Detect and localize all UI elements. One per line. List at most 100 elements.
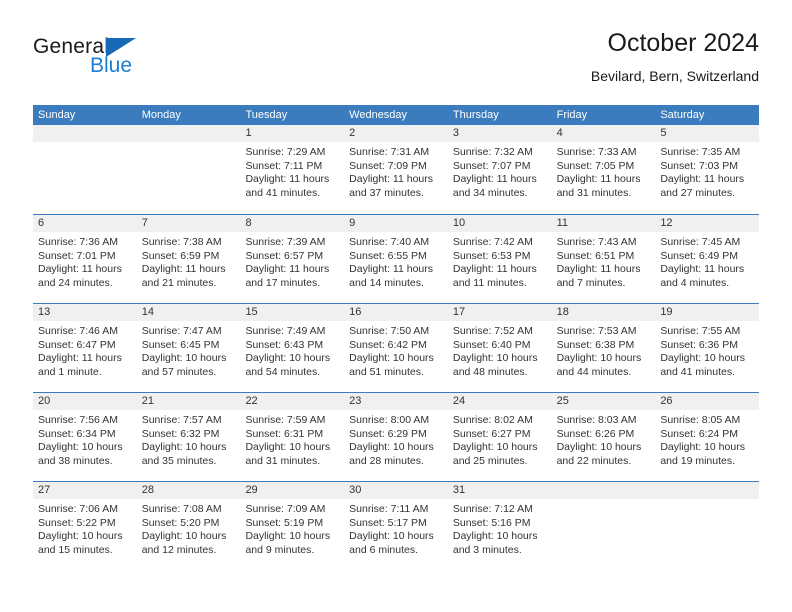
sunrise-text: Sunrise: 7:59 AM xyxy=(245,414,326,426)
day-cell[interactable]: 27 Sunrise: 7:06 AM Sunset: 5:22 PM Dayligh… xyxy=(33,482,137,570)
daylight-text-line1: Daylight: 10 hours xyxy=(349,530,434,543)
day-cell[interactable]: 3 Sunrise: 7:32 AM Sunset: 7:07 PM Daylight… xyxy=(447,125,552,214)
day-cell[interactable]: 28 Sunrise: 7:08 AM Sunset: 5:20 PM Dayligh… xyxy=(136,482,241,570)
day-number: 1 xyxy=(240,125,345,142)
daylight-text-line1: Daylight: 10 hours xyxy=(141,352,227,365)
day-cell[interactable]: 22 Sunrise: 7:59 AM Sunset: 6:31 PM Dayligh… xyxy=(240,393,345,481)
day-cell[interactable]: 10 Sunrise: 7:42 AM Sunset: 6:53 PM Dayligh… xyxy=(447,215,552,303)
day-cell[interactable]: 6 Sunrise: 7:36 AM Sunset: 7:01 PM Daylight… xyxy=(33,215,137,303)
day-number: 12 xyxy=(655,215,760,232)
day-cell[interactable]: 26 Sunrise: 8:05 AM Sunset: 6:24 PM Dayligh… xyxy=(655,393,760,481)
day-cell[interactable]: 19 Sunrise: 7:55 AM Sunset: 6:36 PM Dayligh… xyxy=(655,304,760,392)
daylight-text-line2: and 19 minutes. xyxy=(660,454,736,467)
day-cell[interactable]: 7 Sunrise: 7:38 AM Sunset: 6:59 PM Daylight… xyxy=(136,215,241,303)
sunrise-text: Sunrise: 7:55 AM xyxy=(660,325,741,337)
day-cell[interactable]: 20 Sunrise: 7:56 AM Sunset: 6:34 PM Dayligh… xyxy=(33,393,137,481)
day-cell[interactable]: 31 Sunrise: 7:12 AM Sunset: 5:16 PM Dayligh… xyxy=(447,482,552,570)
sunset-text: Sunset: 7:01 PM xyxy=(38,249,116,262)
daylight-text-line2: and 7 minutes. xyxy=(556,276,626,289)
sunrise-text: Sunrise: 7:57 AM xyxy=(141,414,222,426)
day-cell[interactable]: 21 Sunrise: 7:57 AM Sunset: 6:32 PM Dayligh… xyxy=(136,393,241,481)
sunrise-text: Sunrise: 7:40 AM xyxy=(349,236,430,248)
day-details: Sunrise: 7:35 AM Sunset: 7:03 PM Daylight:… xyxy=(655,142,759,200)
day-cell-empty xyxy=(655,482,760,570)
day-cell[interactable]: 24 Sunrise: 8:02 AM Sunset: 6:27 PM Dayligh… xyxy=(447,393,552,481)
day-number: 17 xyxy=(447,304,552,321)
daylight-text-line2: and 51 minutes. xyxy=(349,365,424,378)
daylight-text-line1: Daylight: 11 hours xyxy=(660,263,745,276)
sunrise-text: Sunrise: 7:31 AM xyxy=(349,146,430,158)
daylight-text-line2: and 11 minutes. xyxy=(452,276,527,289)
day-cell[interactable]: 4 Sunrise: 7:33 AM Sunset: 7:05 PM Daylight… xyxy=(551,125,656,214)
day-cell[interactable]: 5 Sunrise: 7:35 AM Sunset: 7:03 PM Daylight… xyxy=(655,125,760,214)
daylight-text-line2: and 31 minutes. xyxy=(245,454,321,467)
brand-logo[interactable]: General Blue xyxy=(33,36,173,92)
day-cell[interactable]: 13 Sunrise: 7:46 AM Sunset: 6:47 PM Dayligh… xyxy=(33,304,137,392)
day-details: Sunrise: 7:42 AM Sunset: 6:53 PM Daylight:… xyxy=(448,232,552,290)
daylight-text-line2: and 15 minutes. xyxy=(38,543,113,556)
sunset-text: Sunset: 5:17 PM xyxy=(349,516,427,529)
day-details: Sunrise: 7:43 AM Sunset: 6:51 PM Daylight:… xyxy=(552,232,656,290)
day-details: Sunrise: 8:00 AM Sunset: 6:29 PM Daylight:… xyxy=(344,410,448,468)
day-number: 2 xyxy=(344,125,448,142)
day-cell-empty xyxy=(136,125,241,214)
day-number: 9 xyxy=(344,215,448,232)
sunset-text: Sunset: 6:57 PM xyxy=(245,249,324,262)
daylight-text-line1: Daylight: 10 hours xyxy=(245,530,331,543)
day-cell[interactable]: 29 Sunrise: 7:09 AM Sunset: 5:19 PM Dayligh… xyxy=(240,482,345,570)
day-number: 11 xyxy=(551,215,656,232)
day-cell[interactable]: 16 Sunrise: 7:50 AM Sunset: 6:42 PM Dayligh… xyxy=(344,304,448,392)
day-cell[interactable]: 15 Sunrise: 7:49 AM Sunset: 6:43 PM Dayligh… xyxy=(240,304,345,392)
day-details: Sunrise: 7:49 AM Sunset: 6:43 PM Daylight:… xyxy=(240,321,344,379)
day-details: Sunrise: 7:08 AM Sunset: 5:20 PM Daylight:… xyxy=(137,499,241,557)
calendar-week-row: 20 Sunrise: 7:56 AM Sunset: 6:34 PM Dayligh… xyxy=(33,392,760,481)
daylight-text-line1: Daylight: 11 hours xyxy=(452,263,537,276)
sunset-text: Sunset: 6:51 PM xyxy=(556,249,635,262)
daylight-text-line2: and 57 minutes. xyxy=(141,365,217,378)
day-cell[interactable]: 30 Sunrise: 7:11 AM Sunset: 5:17 PM Dayligh… xyxy=(344,482,448,570)
sunset-text: Sunset: 6:29 PM xyxy=(349,427,427,440)
day-details: Sunrise: 7:11 AM Sunset: 5:17 PM Daylight:… xyxy=(344,499,448,557)
day-details: Sunrise: 7:56 AM Sunset: 6:34 PM Daylight:… xyxy=(33,410,137,468)
day-cell[interactable]: 23 Sunrise: 8:00 AM Sunset: 6:29 PM Dayligh… xyxy=(344,393,448,481)
day-cell[interactable]: 9 Sunrise: 7:40 AM Sunset: 6:55 PM Daylight… xyxy=(344,215,448,303)
day-details: Sunrise: 7:47 AM Sunset: 6:45 PM Daylight:… xyxy=(137,321,241,379)
day-number: 5 xyxy=(655,125,760,142)
day-details: Sunrise: 7:36 AM Sunset: 7:01 PM Daylight:… xyxy=(33,232,137,290)
day-details: Sunrise: 7:09 AM Sunset: 5:19 PM Daylight:… xyxy=(240,499,344,557)
day-cell[interactable]: 8 Sunrise: 7:39 AM Sunset: 6:57 PM Daylight… xyxy=(240,215,345,303)
sunset-text: Sunset: 6:31 PM xyxy=(245,427,324,440)
sunrise-text: Sunrise: 7:45 AM xyxy=(660,236,741,248)
day-cell[interactable]: 12 Sunrise: 7:45 AM Sunset: 6:49 PM Dayligh… xyxy=(655,215,760,303)
day-cell[interactable]: 17 Sunrise: 7:52 AM Sunset: 6:40 PM Dayligh… xyxy=(447,304,552,392)
daylight-text-line2: and 12 minutes. xyxy=(141,543,217,556)
daylight-text-line1: Daylight: 10 hours xyxy=(452,441,538,454)
day-cell[interactable]: 25 Sunrise: 8:03 AM Sunset: 6:26 PM Dayligh… xyxy=(551,393,656,481)
day-details: Sunrise: 7:55 AM Sunset: 6:36 PM Daylight:… xyxy=(655,321,759,379)
day-number: 4 xyxy=(551,125,656,142)
day-cell[interactable]: 18 Sunrise: 7:53 AM Sunset: 6:38 PM Dayligh… xyxy=(551,304,656,392)
day-cell[interactable]: 11 Sunrise: 7:43 AM Sunset: 6:51 PM Dayligh… xyxy=(551,215,656,303)
day-details: Sunrise: 7:06 AM Sunset: 5:22 PM Daylight:… xyxy=(33,499,137,557)
day-details: Sunrise: 7:29 AM Sunset: 7:11 PM Daylight:… xyxy=(240,142,344,200)
day-details: Sunrise: 7:33 AM Sunset: 7:05 PM Daylight:… xyxy=(552,142,656,200)
sunset-text: Sunset: 6:32 PM xyxy=(141,427,220,440)
daylight-text-line1: Daylight: 11 hours xyxy=(556,173,641,186)
daylight-text-line2: and 22 minutes. xyxy=(556,454,632,467)
day-details: Sunrise: 7:45 AM Sunset: 6:49 PM Daylight:… xyxy=(655,232,759,290)
day-cell[interactable]: 1 Sunrise: 7:29 AM Sunset: 7:11 PM Daylight… xyxy=(240,125,345,214)
daylight-text-line1: Daylight: 10 hours xyxy=(245,352,331,365)
day-cell[interactable]: 14 Sunrise: 7:47 AM Sunset: 6:45 PM Dayligh… xyxy=(136,304,241,392)
day-cell[interactable]: 2 Sunrise: 7:31 AM Sunset: 7:09 PM Daylight… xyxy=(344,125,448,214)
sunrise-text: Sunrise: 8:05 AM xyxy=(660,414,741,426)
sunset-text: Sunset: 7:09 PM xyxy=(349,159,427,172)
sunrise-text: Sunrise: 7:38 AM xyxy=(141,236,222,248)
day-details: Sunrise: 7:46 AM Sunset: 6:47 PM Daylight:… xyxy=(33,321,137,379)
daylight-text-line1: Daylight: 11 hours xyxy=(245,173,330,186)
sunset-text: Sunset: 6:34 PM xyxy=(38,427,116,440)
sunrise-text: Sunrise: 7:35 AM xyxy=(660,146,741,158)
sunrise-text: Sunrise: 7:56 AM xyxy=(38,414,118,426)
sunset-text: Sunset: 6:36 PM xyxy=(660,338,738,351)
day-number: 8 xyxy=(240,215,345,232)
sunrise-text: Sunrise: 7:36 AM xyxy=(38,236,118,248)
